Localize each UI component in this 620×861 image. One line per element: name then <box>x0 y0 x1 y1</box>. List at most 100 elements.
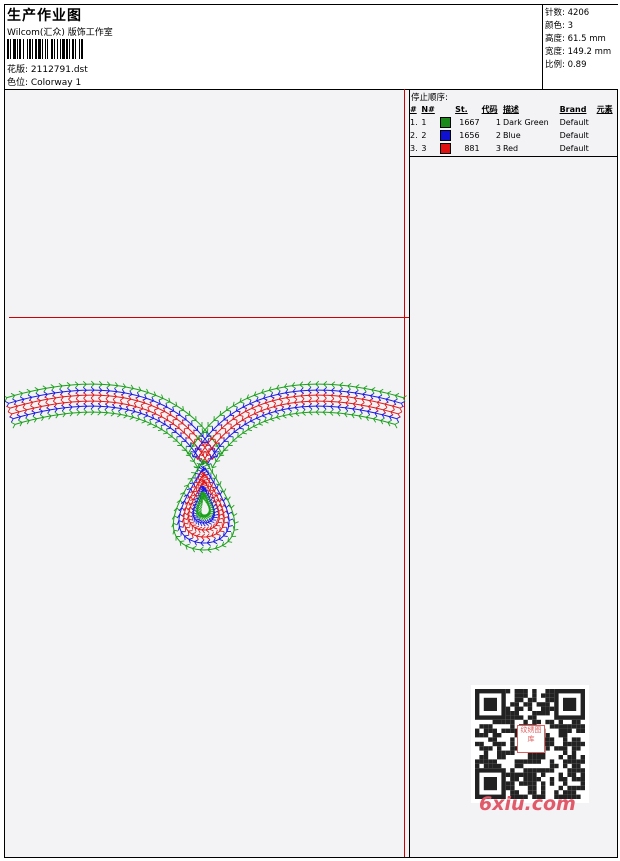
qr-module <box>505 689 511 694</box>
row-desc: Red <box>502 144 519 153</box>
qr-module <box>483 728 489 733</box>
qr-code: 纹绣图库 <box>471 685 589 803</box>
color-count: 颜色: 3 <box>545 21 573 31</box>
qr-module <box>545 711 550 716</box>
qr-module <box>505 785 511 791</box>
qr-module <box>580 772 585 777</box>
qr-module <box>510 741 515 747</box>
qr-module <box>519 759 524 764</box>
qr-module <box>576 719 581 725</box>
qr-module <box>549 759 555 764</box>
row-stitches: 1656 <box>459 131 480 140</box>
row-brand: Default <box>559 131 589 140</box>
qr-module <box>549 693 555 698</box>
qr-module <box>527 781 533 786</box>
qr-module <box>519 763 524 769</box>
qr-finder <box>563 697 577 711</box>
green-stitch-row <box>14 411 199 469</box>
col-header-seq: # <box>410 105 417 114</box>
qr-module <box>475 763 480 769</box>
qr-module <box>510 750 515 755</box>
qr-module <box>549 763 555 769</box>
qr-module <box>510 777 515 782</box>
qr-module <box>558 772 563 777</box>
embroidery-design <box>5 380 407 554</box>
qr-module <box>519 697 524 703</box>
qr-module <box>514 697 519 703</box>
qr-module <box>541 702 546 707</box>
qr-module <box>523 759 528 764</box>
blue-stitch-row <box>206 405 397 466</box>
qr-module <box>571 719 577 725</box>
qr-module <box>483 733 489 738</box>
qr-module <box>545 733 550 738</box>
qr-module <box>532 689 537 694</box>
row-desc: Dark Green <box>502 118 549 127</box>
qr-module <box>527 772 533 777</box>
qr-module <box>567 724 572 729</box>
color-table: # N# St. 代码 描述 Brand 元素 1. 1 1667 1 Dark… <box>409 103 617 155</box>
qr-module <box>541 772 546 777</box>
qr-module <box>545 741 550 747</box>
row-swatch <box>439 116 454 129</box>
qr-module <box>541 781 546 786</box>
scale-value: 比例: 0.89 <box>545 60 587 70</box>
qr-module <box>571 746 577 751</box>
qr-module <box>510 768 515 773</box>
qr-module <box>545 697 550 703</box>
qr-module <box>527 768 533 773</box>
qr-module <box>576 768 581 773</box>
red-stitch-row-ticks <box>201 397 403 463</box>
qr-module <box>571 785 577 791</box>
qr-module <box>576 763 581 769</box>
qr-module <box>492 759 497 764</box>
qr-module <box>541 755 546 760</box>
qr-module <box>514 711 519 716</box>
row-seq: 3. <box>410 144 418 153</box>
page-title: 生产作业图 <box>7 8 82 24</box>
green-stitch-row <box>211 411 396 469</box>
qr-module <box>510 719 515 725</box>
qr-module <box>527 697 533 703</box>
qr-module <box>523 781 528 786</box>
qr-module <box>510 772 515 777</box>
qr-module <box>549 706 555 711</box>
qr-module <box>510 702 515 707</box>
qr-module <box>501 755 506 760</box>
qr-module <box>523 693 528 698</box>
qr-module <box>488 746 493 751</box>
company-name: Wilcom(汇众) 版饰工作室 <box>7 28 113 38</box>
col-header-brand: Brand <box>559 105 587 114</box>
design-preview <box>5 89 410 857</box>
qr-module <box>571 777 577 782</box>
qr-module <box>488 759 493 764</box>
qr-module <box>571 768 577 773</box>
stats-panel: 针数: 4206 颜色: 3 高度: 61.5 mm 宽度: 149.2 mm … <box>542 5 618 89</box>
qr-module <box>488 728 493 733</box>
color-row: 3. 3 881 3 Red Default <box>409 142 617 155</box>
qr-module <box>510 728 515 733</box>
qr-module <box>510 746 515 751</box>
qr-module <box>514 702 519 707</box>
qr-module <box>549 719 555 725</box>
col-header-needle: N# <box>421 105 435 114</box>
row-element <box>596 129 617 142</box>
qr-module <box>527 755 533 760</box>
col-header-swatch <box>439 103 454 116</box>
qr-module <box>492 737 497 742</box>
header: 生产作业图 Wilcom(汇众) 版饰工作室 花版: 2112791.dst 色… <box>5 5 618 90</box>
qr-module <box>558 728 563 733</box>
qr-module <box>563 746 568 751</box>
qr-module <box>523 719 528 725</box>
row-code: 2 <box>495 131 501 140</box>
qr-module <box>483 750 489 755</box>
qr-module <box>492 728 497 733</box>
qr-module <box>510 737 515 742</box>
qr-module <box>532 772 537 777</box>
qr-module <box>510 715 515 720</box>
qr-module <box>505 711 511 716</box>
qr-module <box>501 750 506 755</box>
qr-module <box>501 728 506 733</box>
qr-module <box>479 724 484 729</box>
qr-module <box>505 719 511 725</box>
